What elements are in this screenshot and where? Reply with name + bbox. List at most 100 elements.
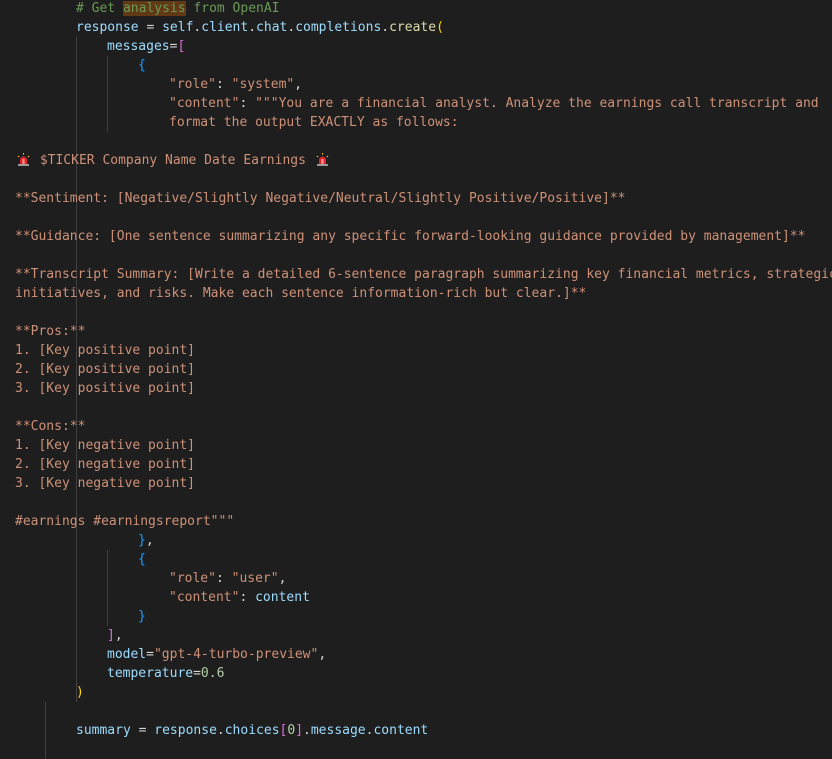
code-token: from OpenAI <box>185 1 280 16</box>
code-line[interactable]: ], <box>107 626 123 645</box>
code-line[interactable]: **Cons:** <box>15 417 85 436</box>
code-line[interactable]: **Sentiment: [Negative/Slightly Negative… <box>15 189 625 208</box>
code-line[interactable]: #earnings #earningsreport""" <box>15 512 234 531</box>
code-line[interactable]: 2. [Key positive point] <box>15 360 195 379</box>
code-token: 2. [Key negative point] <box>15 457 196 472</box>
code-token: "role" <box>169 571 216 586</box>
code-line[interactable]: **Pros:** <box>15 322 85 341</box>
code-line[interactable]: "role": "user", <box>169 569 286 588</box>
code-token: client <box>201 20 249 35</box>
code-token: **Sentiment: [Negative/Slightly Negative… <box>15 191 626 206</box>
code-token: **Cons:** <box>15 419 86 434</box>
code-line[interactable]: messages=[ <box>107 37 185 56</box>
code-line[interactable]: **Guidance: [One sentence summarizing an… <box>15 227 806 246</box>
code-token: **Transcript Summary: [Write a detailed … <box>15 267 832 282</box>
code-token: analysis <box>122 1 186 16</box>
code-token: } <box>138 609 146 624</box>
code-line[interactable]: temperature=0.6 <box>107 664 224 683</box>
code-line[interactable]: "content": content <box>169 588 310 607</box>
code-line[interactable]: initiatives, and risks. Make each senten… <box>15 284 586 303</box>
code-token: , <box>294 77 303 92</box>
code-token: . <box>216 723 225 738</box>
code-token: ] <box>295 723 304 738</box>
code-token: response <box>76 20 139 35</box>
code-token: initiatives, and risks. Make each senten… <box>15 286 587 301</box>
siren-icon <box>316 153 329 166</box>
code-line[interactable]: $TICKER Company Name Date Earnings <box>15 151 331 170</box>
code-token: , <box>278 571 287 586</box>
code-token: 1. [Key negative point] <box>15 438 196 453</box>
code-token: , <box>145 533 154 548</box>
code-token: summary <box>76 723 131 738</box>
code-line[interactable]: { <box>138 550 146 569</box>
code-token: content <box>373 723 429 738</box>
code-line[interactable]: }, <box>138 531 154 550</box>
code-token: "gpt-4-turbo-preview" <box>153 647 319 662</box>
code-line[interactable]: response = self.client.chat.completions.… <box>76 18 444 37</box>
code-line[interactable]: format the output EXACTLY as follows: <box>169 113 459 132</box>
code-token: 0 <box>287 723 296 738</box>
indent-guide <box>45 702 46 759</box>
code-token: "role" <box>169 77 216 92</box>
code-line[interactable]: 1. [Key positive point] <box>15 341 195 360</box>
code-token: completions <box>295 20 382 35</box>
code-token: choices <box>224 723 280 738</box>
code-token: : <box>215 77 232 92</box>
code-token: , <box>114 628 123 643</box>
code-token: create <box>389 20 437 35</box>
code-token: : <box>215 571 232 586</box>
code-line[interactable]: # Get analysis from OpenAI <box>76 0 280 18</box>
code-token: 0.6 <box>200 666 225 681</box>
code-line[interactable]: summary = response.choices[0].message.co… <box>76 721 428 740</box>
code-token: } <box>138 533 146 548</box>
code-line[interactable]: { <box>138 56 146 75</box>
code-token: { <box>138 58 146 73</box>
code-token: chat <box>256 20 288 35</box>
code-token: = <box>146 647 154 662</box>
code-line[interactable]: } <box>138 607 146 626</box>
code-token: "system" <box>231 77 295 92</box>
code-token: format the output EXACTLY as follows: <box>169 115 459 130</box>
code-token: message <box>310 723 366 738</box>
code-token: "user" <box>231 571 279 586</box>
code-token: temperature <box>107 666 194 681</box>
code-token: #earnings #earningsreport""" <box>15 514 235 529</box>
code-line[interactable]: 3. [Key negative point] <box>15 474 195 493</box>
code-token: # Get <box>76 1 123 16</box>
code-token: **Pros:** <box>15 324 86 339</box>
code-token: = <box>138 20 163 35</box>
code-token: self <box>162 20 194 35</box>
code-token: ) <box>76 685 84 700</box>
code-token: . <box>248 20 257 35</box>
code-token: $TICKER Company Name Date Earnings <box>32 153 314 168</box>
code-token: response <box>154 723 217 738</box>
code-token: "content" <box>169 590 240 605</box>
code-token: , <box>318 647 327 662</box>
code-token: . <box>303 723 311 738</box>
code-token: = <box>193 666 201 681</box>
code-line[interactable]: "content": """You are a financial analys… <box>169 94 819 113</box>
code-line[interactable]: **Transcript Summary: [Write a detailed … <box>15 265 832 284</box>
code-token: : <box>239 96 256 111</box>
indent-guide <box>107 56 108 132</box>
code-line[interactable]: 2. [Key negative point] <box>15 455 195 474</box>
code-editor[interactable]: # Get analysis from OpenAI response = sel… <box>0 0 832 759</box>
code-line[interactable]: ) <box>76 683 84 702</box>
code-token: = <box>130 723 155 738</box>
indent-guide <box>107 550 108 626</box>
code-token: [ <box>177 39 186 54</box>
code-line[interactable]: "role": "system", <box>169 75 302 94</box>
code-token: model <box>107 647 147 662</box>
code-token: content <box>255 590 310 605</box>
code-line[interactable]: 1. [Key negative point] <box>15 436 195 455</box>
code-token: : <box>239 590 256 605</box>
code-line[interactable]: model="gpt-4-turbo-preview", <box>107 645 326 664</box>
code-token: """You are a financial analyst. Analyze … <box>255 96 819 111</box>
code-token: 3. [Key positive point] <box>15 381 196 396</box>
code-line[interactable]: 3. [Key positive point] <box>15 379 195 398</box>
code-token: ] <box>107 628 115 643</box>
code-token: { <box>138 552 146 567</box>
code-token: "content" <box>169 96 240 111</box>
siren-icon <box>17 153 30 166</box>
code-token: . <box>287 20 296 35</box>
